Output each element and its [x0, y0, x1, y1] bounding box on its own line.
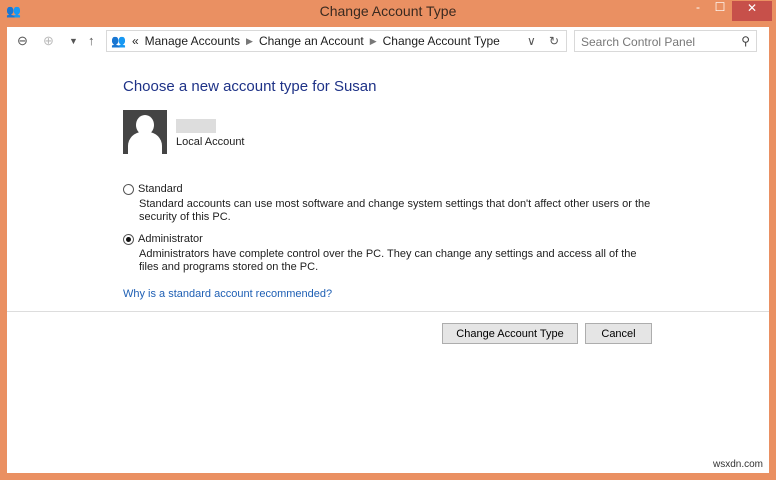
option-label: Administrator — [138, 233, 203, 245]
control-panel-icon: 👥 — [111, 34, 126, 48]
radio-button[interactable] — [123, 233, 134, 245]
navigation-bar: ⊖ ⊕ ▼ ↑ 👥 « Manage Accounts ▶ Change an … — [7, 27, 769, 57]
search-icon[interactable]: ⚲ — [741, 34, 750, 48]
forward-icon[interactable]: ⊕ — [43, 33, 54, 49]
option-label: Standard — [138, 183, 183, 195]
help-link[interactable]: Why is a standard account recommended? — [123, 288, 332, 300]
chevron-right-icon: ▶ — [246, 35, 253, 46]
breadcrumb-manage-accounts[interactable]: Manage Accounts — [145, 34, 240, 48]
chevron-right-icon: ▶ — [369, 35, 377, 46]
chevron-down-icon[interactable]: ∨ — [527, 34, 536, 48]
radio-standard[interactable]: Standard — [123, 183, 183, 195]
search-input[interactable]: Search Control Panel ⚲ — [574, 30, 757, 52]
maximize-button[interactable]: ☐ — [710, 0, 730, 20]
watermark: wsxdn.com — [712, 459, 763, 470]
breadcrumb-overflow[interactable]: « — [132, 34, 139, 48]
radio-button[interactable] — [123, 183, 134, 195]
minimize-button[interactable]: - — [688, 0, 708, 20]
window-content: ⊖ ⊕ ▼ ↑ 👥 « Manage Accounts ▶ Change an … — [7, 27, 769, 473]
standard-description: Standard accounts can use most software … — [139, 198, 651, 223]
search-placeholder: Search Control Panel — [581, 35, 696, 49]
title-bar: 👥 Change Account Type - ☐ ✕ — [0, 0, 776, 24]
address-bar[interactable]: 👥 « Manage Accounts ▶ Change an Account … — [106, 30, 567, 52]
close-button[interactable]: ✕ — [732, 1, 772, 21]
radio-administrator[interactable]: Administrator — [123, 233, 203, 245]
cancel-button[interactable]: Cancel — [585, 323, 652, 344]
account-type-label: Local Account — [176, 136, 245, 148]
avatar — [123, 110, 167, 154]
refresh-icon[interactable]: ↻ — [549, 34, 559, 48]
breadcrumb-change-an-account[interactable]: Change an Account — [259, 34, 364, 48]
breadcrumb-change-account-type[interactable]: Change Account Type — [383, 34, 500, 48]
blurred-username — [176, 119, 216, 133]
page-title: Choose a new account type for Susan — [123, 78, 377, 95]
up-icon[interactable]: ↑ — [88, 33, 95, 48]
change-account-type-button[interactable]: Change Account Type — [442, 323, 578, 344]
recent-dropdown-icon[interactable]: ▼ — [69, 36, 78, 46]
divider — [7, 311, 769, 312]
administrator-description: Administrators have complete control ove… — [139, 248, 637, 273]
window-title: Change Account Type — [319, 3, 457, 19]
back-icon[interactable]: ⊖ — [17, 33, 28, 49]
